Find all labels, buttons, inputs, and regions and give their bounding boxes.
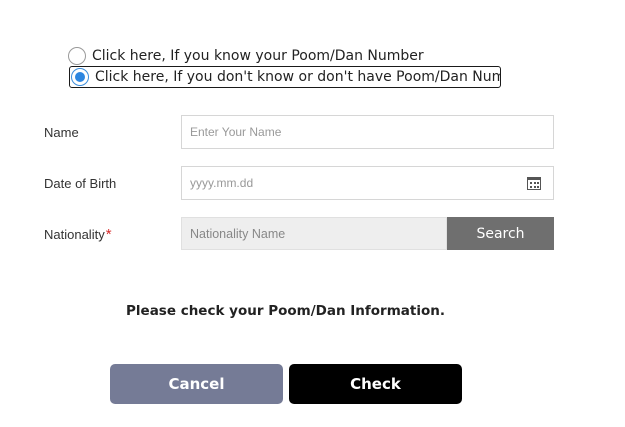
cancel-button[interactable]: Cancel: [110, 364, 283, 404]
name-input[interactable]: [190, 116, 553, 148]
radio-button-know-number[interactable]: [68, 47, 86, 65]
nationality-label-text: Nationality: [44, 227, 105, 242]
radio-button-dont-know-number[interactable]: [71, 68, 89, 86]
radio-label-know-number: Click here, If you know your Poom/Dan Nu…: [92, 48, 424, 64]
name-field-wrapper: [181, 115, 554, 149]
nationality-input[interactable]: [190, 218, 446, 249]
name-label: Name: [44, 125, 79, 140]
dob-label: Date of Birth: [44, 176, 117, 191]
info-message: Please check your Poom/Dan Information.: [126, 303, 445, 319]
dob-input[interactable]: [190, 167, 553, 199]
nationality-search-button[interactable]: Search: [447, 217, 554, 250]
nationality-label: Nationality*: [44, 226, 112, 243]
calendar-icon[interactable]: [527, 177, 541, 190]
nationality-field-wrapper: [181, 217, 447, 250]
radio-label-dont-know-number: Click here, If you don't know or don't h…: [95, 69, 501, 85]
check-button[interactable]: Check: [289, 364, 462, 404]
dob-field-wrapper: [181, 166, 554, 200]
radio-option-dont-know-number[interactable]: Click here, If you don't know or don't h…: [69, 66, 501, 88]
required-asterisk: *: [105, 226, 112, 243]
radio-option-know-number[interactable]: Click here, If you know your Poom/Dan Nu…: [68, 45, 424, 67]
